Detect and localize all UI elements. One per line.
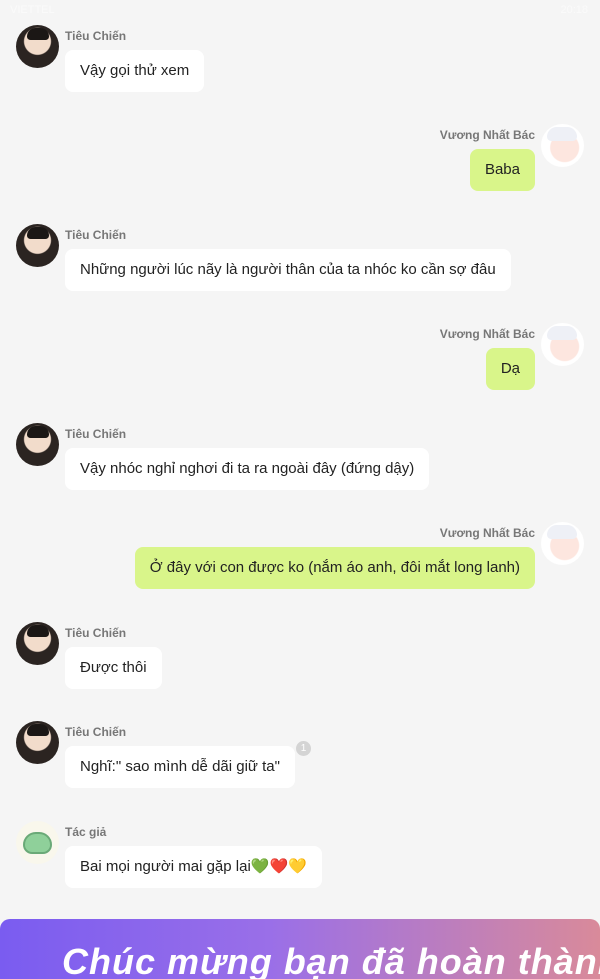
tieu-chien-avatar[interactable] — [16, 25, 59, 68]
vuong-nhat-bac-avatar[interactable] — [541, 323, 584, 366]
vuong-nhat-bac-avatar[interactable] — [541, 522, 584, 565]
chat-message: Vương Nhất Bác Dạ — [0, 323, 600, 413]
clock: 20:18 — [560, 4, 588, 16]
sender-name: Tiêu Chiến — [65, 626, 127, 640]
chat-message: Vương Nhất Bác Ở đây với con được ko (nắ… — [0, 522, 600, 612]
sender-name: Vương Nhất Bác — [439, 526, 535, 540]
sender-name: Tiêu Chiến — [65, 29, 127, 43]
chat-message: Tiêu Chiến Được thôi — [0, 622, 600, 712]
status-bar: VIETTEL 20:18 — [0, 0, 600, 22]
sender-name: Vương Nhất Bác — [439, 327, 535, 341]
chat-message: Tiêu Chiến Vậy nhóc nghỉ nghơi đi ta ra … — [0, 423, 600, 513]
message-bubble[interactable]: Vậy nhóc nghỉ nghơi đi ta ra ngoài đây (… — [65, 448, 430, 490]
sender-name: Tiêu Chiến — [65, 427, 127, 441]
tieu-chien-avatar[interactable] — [16, 721, 59, 764]
sender-name: Tác giả — [65, 825, 107, 839]
sender-name: Tiêu Chiến — [65, 228, 127, 242]
message-bubble[interactable]: Những người lúc nãy là người thân của ta… — [65, 249, 511, 291]
chat-message: Tiêu Chiến Vậy gọi thử xem — [0, 25, 600, 115]
message-bubble[interactable]: Vậy gọi thử xem — [65, 50, 205, 92]
message-bubble[interactable]: Ở đây với con được ko (nắm áo anh, đôi m… — [134, 547, 535, 589]
tieu-chien-avatar[interactable] — [16, 622, 59, 665]
chat-message: Tiêu Chiến Nghĩ:" sao mình dễ dãi giữ ta… — [0, 721, 600, 811]
banner-text: Chúc mừng bạn đã hoàn thành chương — [62, 941, 600, 979]
tieu-chien-avatar[interactable] — [16, 224, 59, 267]
chat-message: Tiêu Chiến Những người lúc nãy là người … — [0, 224, 600, 314]
carrier-label: VIETTEL — [10, 4, 55, 16]
vuong-nhat-bac-avatar[interactable] — [541, 124, 584, 167]
author-avatar[interactable] — [16, 821, 59, 864]
comment-count-badge[interactable]: 1 — [296, 741, 311, 756]
chat-message: Tác giả Bai mọi người mai gặp lại💚❤️💛 — [0, 821, 600, 911]
sender-name: Tiêu Chiến — [65, 725, 127, 739]
message-bubble[interactable]: Nghĩ:" sao mình dễ dãi giữ ta" — [65, 746, 295, 788]
message-bubble[interactable]: Được thôi — [65, 647, 162, 689]
sender-name: Vương Nhất Bác — [439, 128, 535, 142]
message-bubble[interactable]: Bai mọi người mai gặp lại💚❤️💛 — [65, 846, 322, 888]
chat-message: Vương Nhất Bác Baba — [0, 124, 600, 214]
chapter-complete-banner[interactable]: Chúc mừng bạn đã hoàn thành chương — [0, 919, 600, 979]
message-bubble[interactable]: Dạ — [485, 348, 535, 390]
message-bubble[interactable]: Baba — [469, 149, 535, 191]
tieu-chien-avatar[interactable] — [16, 423, 59, 466]
